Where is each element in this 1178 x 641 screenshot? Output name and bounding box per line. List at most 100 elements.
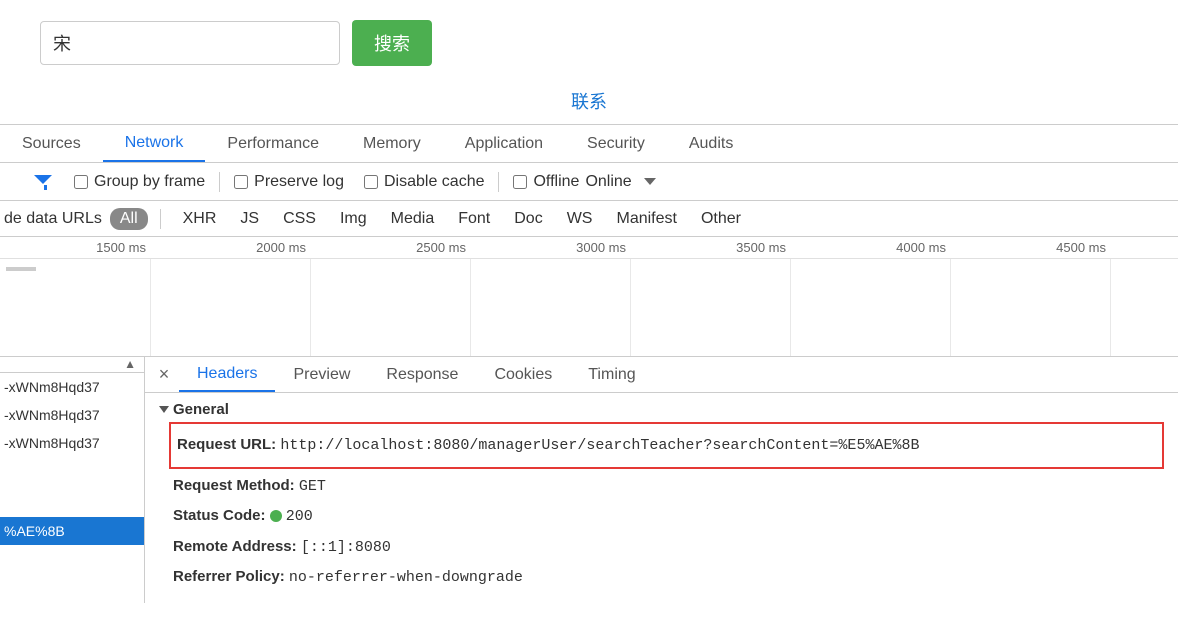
filter-type-xhr[interactable]: XHR [173, 208, 227, 230]
timeline-gridline [950, 259, 951, 356]
request-method-row: Request Method: GET [173, 473, 1164, 500]
timeline-gridline [1110, 259, 1111, 356]
filter-type-manifest[interactable]: Manifest [606, 208, 686, 230]
tab-cookies[interactable]: Cookies [476, 357, 570, 392]
timeline-tick: 1500 ms [96, 240, 150, 255]
general-section-toggle[interactable]: General [159, 401, 1164, 422]
network-toolbar: Group by frame Preserve log Disable cach… [0, 163, 1178, 201]
request-method-label: Request Method: [173, 477, 295, 494]
filter-separator [160, 209, 161, 229]
timeline-gridline [150, 259, 151, 356]
list-spacer [0, 457, 144, 517]
referrer-policy-row: Referrer Policy: no-referrer-when-downgr… [173, 564, 1164, 591]
timeline-request-bar [6, 267, 36, 271]
tab-memory[interactable]: Memory [341, 125, 443, 162]
timeline-tick: 3000 ms [576, 240, 630, 255]
group-by-frame-toggle[interactable]: Group by frame [74, 173, 205, 191]
search-row: 搜索 [40, 20, 1138, 66]
devtools-main-tabs: Sources Network Performance Memory Appli… [0, 125, 1178, 163]
group-by-frame-checkbox[interactable] [74, 175, 88, 189]
timeline-gridline [630, 259, 631, 356]
disable-cache-toggle[interactable]: Disable cache [364, 173, 485, 191]
tab-timing[interactable]: Timing [570, 357, 653, 392]
preserve-log-checkbox[interactable] [234, 175, 248, 189]
close-icon[interactable]: × [149, 364, 179, 385]
remote-address-value: [::1]:8080 [301, 539, 391, 556]
general-title-label: General [173, 401, 229, 418]
referrer-policy-label: Referrer Policy: [173, 568, 285, 585]
preserve-log-toggle[interactable]: Preserve log [234, 173, 344, 191]
toolbar-separator [498, 172, 499, 192]
status-dot-icon [270, 510, 282, 522]
group-by-frame-label: Group by frame [94, 173, 205, 191]
filter-type-font[interactable]: Font [448, 208, 500, 230]
list-item[interactable]: -xWNm8Hqd37 [0, 373, 144, 401]
timeline-tick: 4500 ms [1056, 240, 1110, 255]
chevron-down-icon [644, 178, 656, 185]
page-top: 搜索 联系 [0, 0, 1178, 124]
request-detail-panel: × Headers Preview Response Cookies Timin… [145, 357, 1178, 603]
disable-cache-label: Disable cache [384, 173, 485, 191]
chevron-down-icon [159, 406, 169, 413]
disable-cache-checkbox[interactable] [364, 175, 378, 189]
hide-data-urls-label: de data URLs [4, 210, 102, 228]
throttling-value: Online [585, 173, 631, 191]
tab-application[interactable]: Application [443, 125, 565, 162]
filter-row: de data URLs All XHR JS CSS Img Media Fo… [0, 201, 1178, 237]
network-timeline[interactable]: 1500 ms 2000 ms 2500 ms 3000 ms 3500 ms … [0, 237, 1178, 357]
filter-type-all[interactable]: All [110, 208, 148, 230]
throttling-select[interactable]: Online [585, 173, 667, 191]
panel-collapse-handle[interactable]: ▲ [0, 357, 144, 373]
contact-link[interactable]: 联系 [571, 92, 607, 112]
headers-general-section: General Request URL: http://localhost:80… [145, 393, 1178, 603]
tab-performance[interactable]: Performance [205, 125, 341, 162]
request-url-highlight: Request URL: http://localhost:8080/manag… [169, 422, 1164, 469]
timeline-tick: 2000 ms [256, 240, 310, 255]
tab-audits[interactable]: Audits [667, 125, 755, 162]
filter-type-other[interactable]: Other [691, 208, 751, 230]
list-item[interactable]: %AE%8B [0, 517, 144, 545]
network-detail-split: ▲ -xWNm8Hqd37 -xWNm8Hqd37 -xWNm8Hqd37 %A… [0, 357, 1178, 603]
filter-type-media[interactable]: Media [381, 208, 445, 230]
request-url-value: http://localhost:8080/managerUser/search… [280, 437, 919, 454]
referrer-policy-value: no-referrer-when-downgrade [289, 569, 523, 586]
search-button[interactable]: 搜索 [352, 20, 432, 66]
timeline-gridline [310, 259, 311, 356]
detail-tabs: × Headers Preview Response Cookies Timin… [145, 357, 1178, 393]
timeline-gridline [790, 259, 791, 356]
toolbar-separator [219, 172, 220, 192]
remote-address-label: Remote Address: [173, 538, 297, 555]
list-item[interactable]: -xWNm8Hqd37 [0, 429, 144, 457]
request-url-label: Request URL: [177, 436, 276, 453]
filter-type-doc[interactable]: Doc [504, 208, 552, 230]
offline-checkbox[interactable] [513, 175, 527, 189]
tab-headers[interactable]: Headers [179, 357, 275, 392]
list-item[interactable]: -xWNm8Hqd37 [0, 401, 144, 429]
search-input[interactable] [40, 21, 340, 65]
tab-security[interactable]: Security [565, 125, 667, 162]
request-method-value: GET [299, 478, 326, 495]
status-code-value: 200 [286, 508, 313, 525]
filter-type-ws[interactable]: WS [557, 208, 603, 230]
filter-type-img[interactable]: Img [330, 208, 377, 230]
filter-icon[interactable] [34, 175, 56, 189]
tab-response[interactable]: Response [368, 357, 476, 392]
request-list-panel: ▲ -xWNm8Hqd37 -xWNm8Hqd37 -xWNm8Hqd37 %A… [0, 357, 145, 603]
tab-preview[interactable]: Preview [275, 357, 368, 392]
tab-sources[interactable]: Sources [0, 125, 103, 162]
offline-label: Offline [533, 173, 579, 191]
filter-type-css[interactable]: CSS [273, 208, 326, 230]
devtools-panel: Sources Network Performance Memory Appli… [0, 124, 1178, 603]
tab-network[interactable]: Network [103, 125, 206, 162]
timeline-gridline [470, 259, 471, 356]
remote-address-row: Remote Address: [::1]:8080 [173, 534, 1164, 561]
status-code-row: Status Code: 200 [173, 503, 1164, 530]
timeline-header: 1500 ms 2000 ms 2500 ms 3000 ms 3500 ms … [0, 237, 1178, 259]
offline-toggle[interactable]: Offline [513, 173, 579, 191]
timeline-tick: 3500 ms [736, 240, 790, 255]
filter-type-js[interactable]: JS [230, 208, 269, 230]
request-url-row: Request URL: http://localhost:8080/manag… [177, 432, 1156, 459]
preserve-log-label: Preserve log [254, 173, 344, 191]
request-list: -xWNm8Hqd37 -xWNm8Hqd37 -xWNm8Hqd37 %AE%… [0, 373, 144, 545]
timeline-tick: 4000 ms [896, 240, 950, 255]
